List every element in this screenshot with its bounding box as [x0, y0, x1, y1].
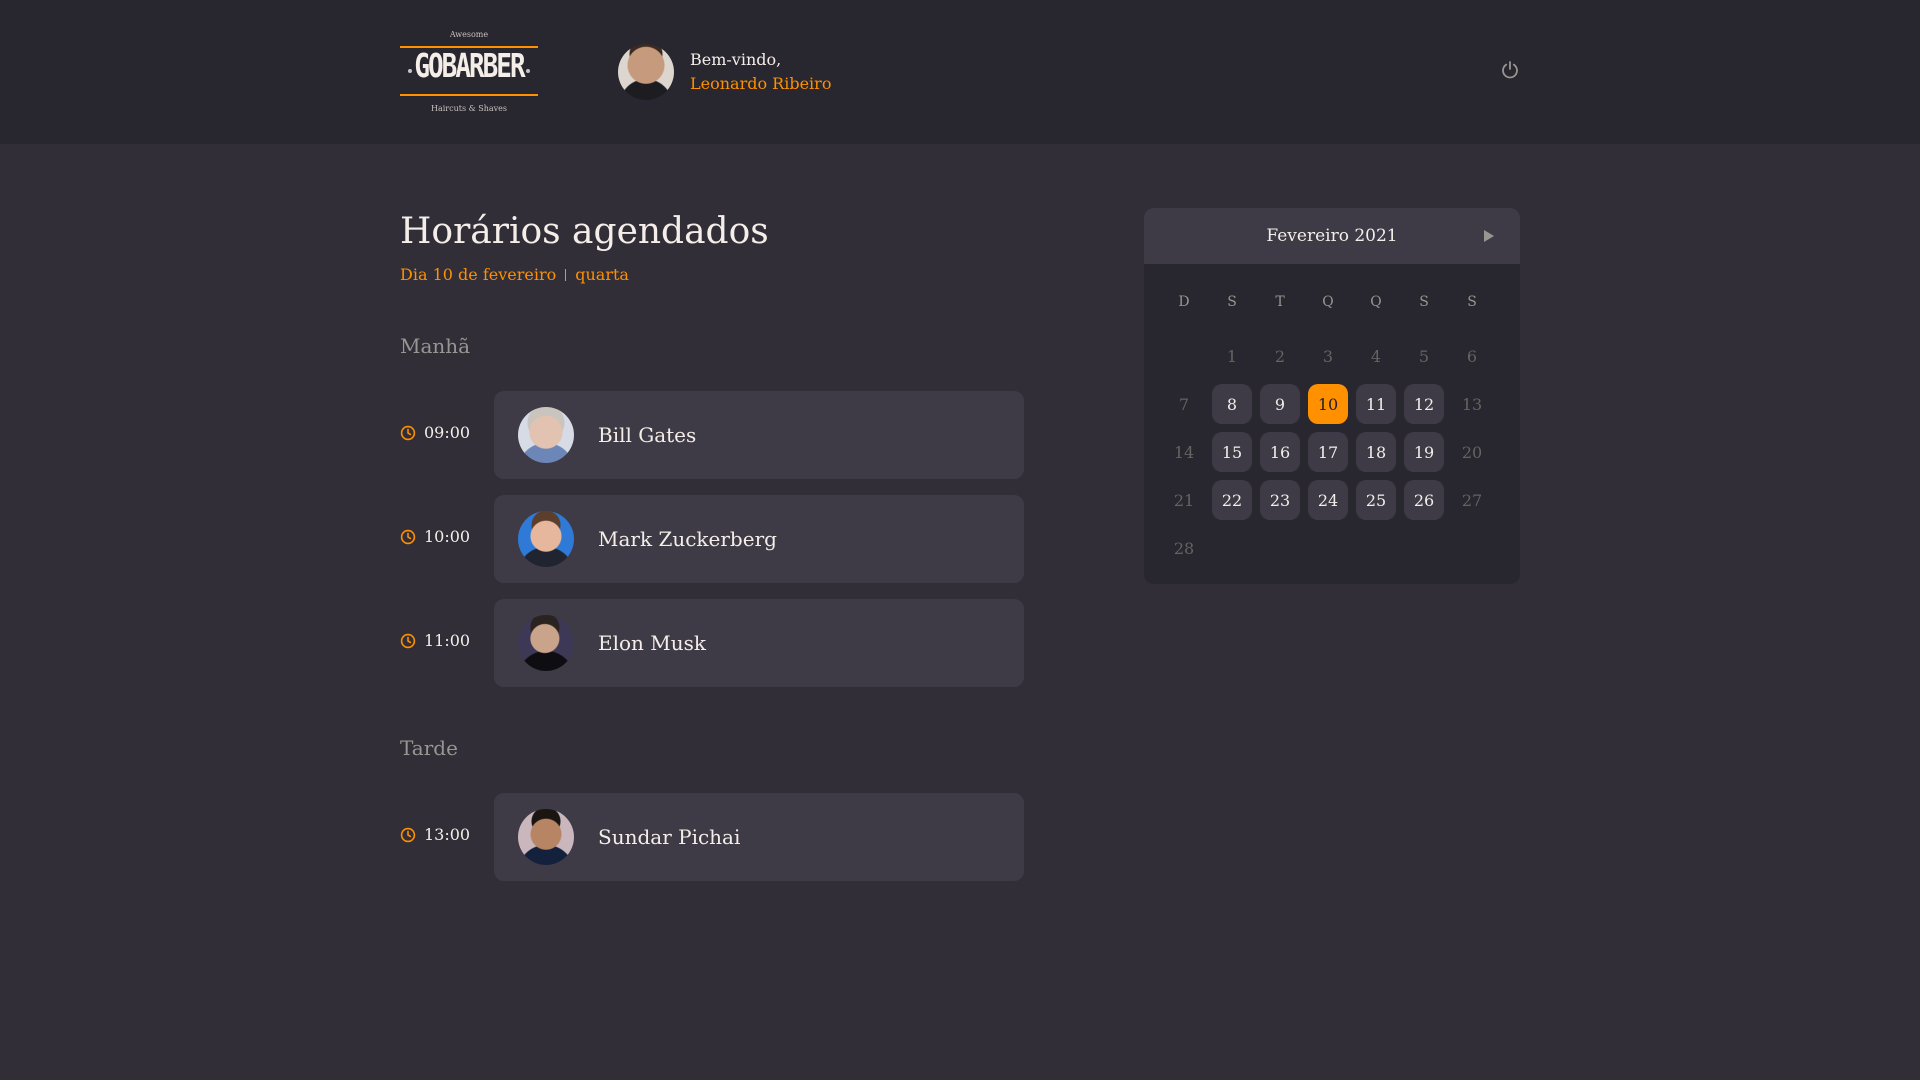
appointment-time: 09:00 — [400, 423, 470, 442]
appointment-card[interactable]: Sundar Pichai — [494, 793, 1024, 881]
clock-icon — [400, 425, 416, 440]
logo-brand-text: GOBARBER — [414, 48, 525, 86]
calendar-day[interactable]: 24 — [1308, 480, 1348, 520]
logo-top-text: Awesome — [449, 30, 489, 39]
weekday-label: Q — [1322, 294, 1334, 310]
calendar-day-selected[interactable]: 10 — [1308, 384, 1348, 424]
app-header: Awesome GOBARBER Haircuts & Shaves Bem-v… — [0, 0, 1920, 144]
appointment-time-label: 09:00 — [424, 423, 471, 442]
client-avatar — [518, 809, 574, 865]
calendar-day[interactable]: 15 — [1212, 432, 1252, 472]
section-title-afternoon: Tarde — [400, 736, 458, 760]
page-title: Horários agendados — [400, 211, 769, 252]
appointment-card[interactable]: Bill Gates — [494, 391, 1024, 479]
calendar-day[interactable]: 16 — [1260, 432, 1300, 472]
calendar-day[interactable]: 12 — [1404, 384, 1444, 424]
calendar-day: 1 — [1226, 346, 1238, 366]
gobarber-logo: Awesome GOBARBER Haircuts & Shaves — [400, 28, 538, 116]
client-name: Bill Gates — [598, 423, 697, 447]
calendar-month-label: Fevereiro 2021 — [1266, 226, 1398, 246]
schedule-date: Dia 10 de fevereiro quarta — [400, 265, 629, 285]
appointment-row: 11:00 Elon Musk — [400, 599, 1024, 687]
client-avatar — [518, 615, 574, 671]
clock-icon — [400, 827, 416, 842]
appointment-time-label: 10:00 — [424, 527, 471, 546]
calendar-day: 21 — [1173, 490, 1195, 510]
calendar: Fevereiro 2021 D S T Q Q S S 1 2 3 4 5 6 7 8 9 10… — [1144, 208, 1520, 584]
appointment-card[interactable]: Mark Zuckerberg — [494, 495, 1024, 583]
appointment-row: 09:00 Bill Gates — [400, 391, 1024, 479]
calendar-day: 5 — [1418, 346, 1430, 366]
weekday-label: T — [1275, 294, 1285, 310]
calendar-day: 28 — [1173, 538, 1195, 558]
calendar-day[interactable]: 22 — [1212, 480, 1252, 520]
appointment-time: 10:00 — [400, 527, 470, 546]
play-icon[interactable] — [1482, 228, 1496, 244]
appointment-row: 10:00 Mark Zuckerberg — [400, 495, 1024, 583]
weekday-label: S — [1467, 294, 1477, 310]
weekday-label: S — [1419, 294, 1429, 310]
calendar-day[interactable]: 26 — [1404, 480, 1444, 520]
appointment-time-label: 13:00 — [424, 825, 471, 844]
calendar-day: 2 — [1274, 346, 1286, 366]
appointment-time: 11:00 — [400, 631, 470, 650]
calendar-day: 4 — [1370, 346, 1382, 366]
calendar-day: 20 — [1461, 442, 1483, 462]
calendar-day: 3 — [1322, 346, 1334, 366]
appointment-time-label: 11:00 — [424, 631, 471, 650]
appointment-row: 13:00 Sundar Pichai — [400, 793, 1024, 881]
calendar-day[interactable]: 17 — [1308, 432, 1348, 472]
logo-divider-bottom — [400, 94, 538, 96]
weekday-label: S — [1227, 294, 1237, 310]
user-name-link[interactable]: Leonardo Ribeiro — [690, 72, 831, 96]
selected-date-text: Dia 10 de fevereiro — [400, 265, 557, 284]
client-avatar — [518, 511, 574, 567]
calendar-day[interactable]: 25 — [1356, 480, 1396, 520]
calendar-day: 13 — [1461, 394, 1483, 414]
appointment-time: 13:00 — [400, 825, 470, 844]
selected-weekday-text: quarta — [575, 265, 629, 284]
calendar-day: 6 — [1466, 346, 1478, 366]
calendar-day[interactable]: 9 — [1260, 384, 1300, 424]
calendar-day[interactable]: 11 — [1356, 384, 1396, 424]
client-avatar — [518, 407, 574, 463]
power-icon[interactable] — [1500, 60, 1520, 80]
date-separator — [565, 269, 567, 281]
calendar-day[interactable]: 23 — [1260, 480, 1300, 520]
user-avatar[interactable] — [618, 44, 674, 100]
welcome-block: Bem-vindo, Leonardo Ribeiro — [690, 48, 831, 96]
client-name: Sundar Pichai — [598, 825, 741, 849]
logo-dot-right — [526, 69, 530, 73]
calendar-day: 27 — [1461, 490, 1483, 510]
logo-bottom-text: Haircuts & Shaves — [430, 104, 508, 113]
calendar-header: Fevereiro 2021 — [1144, 208, 1520, 264]
calendar-day[interactable]: 18 — [1356, 432, 1396, 472]
weekday-label: Q — [1370, 294, 1382, 310]
welcome-label: Bem-vindo, — [690, 50, 782, 69]
client-name: Mark Zuckerberg — [598, 527, 777, 551]
calendar-day[interactable]: 8 — [1212, 384, 1252, 424]
calendar-day: 7 — [1178, 394, 1190, 414]
client-name: Elon Musk — [598, 631, 707, 655]
section-title-morning: Manhã — [400, 334, 471, 358]
calendar-day[interactable]: 19 — [1404, 432, 1444, 472]
appointment-card[interactable]: Elon Musk — [494, 599, 1024, 687]
calendar-weekdays: D S T Q Q S S — [1160, 294, 1504, 310]
weekday-label: D — [1178, 294, 1190, 310]
clock-icon — [400, 529, 416, 544]
calendar-days-grid: 1 2 3 4 5 6 7 8 9 10 11 12 13 14 15 16 17 18 19 20 21 22 23 24 2… — [1160, 336, 1504, 576]
clock-icon — [400, 633, 416, 648]
calendar-day: 14 — [1173, 442, 1195, 462]
